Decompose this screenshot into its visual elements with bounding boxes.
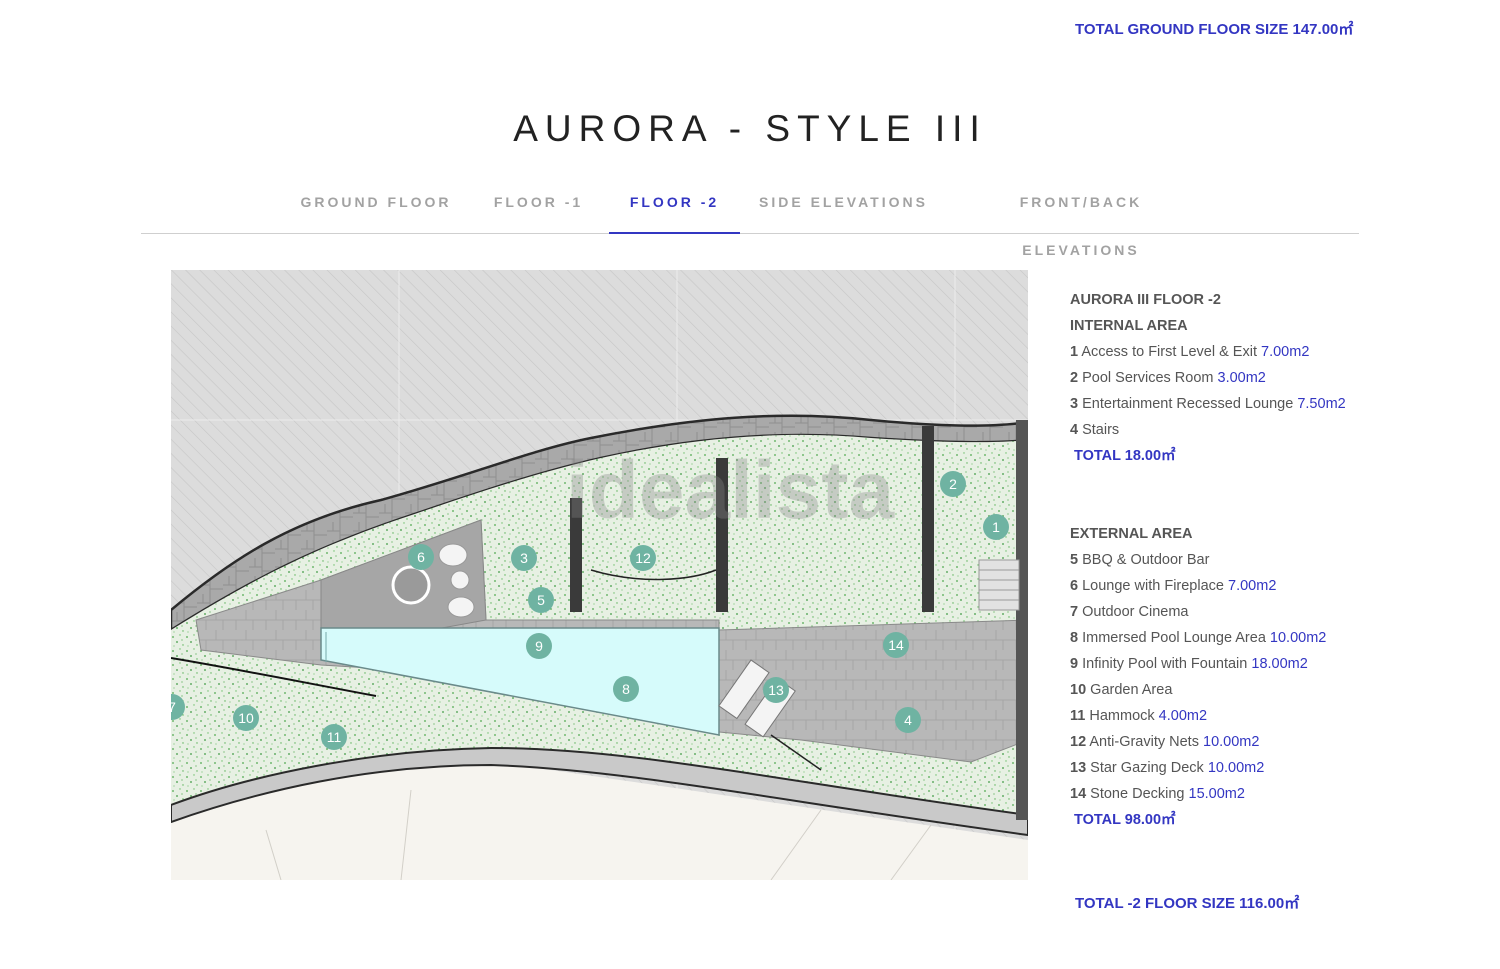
svg-text:4: 4 [904,712,912,728]
list-item: 7 Outdoor Cinema [1070,604,1189,620]
external-area-heading: EXTERNAL AREA [1070,526,1193,542]
list-item: 2 Pool Services Room 3.00m2 [1070,370,1266,386]
list-item: 6 Lounge with Fireplace 7.00m2 [1070,578,1277,594]
svg-text:13: 13 [768,682,784,698]
tab-side-elevations[interactable]: SIDE ELEVATIONS [756,178,931,233]
svg-text:2: 2 [949,476,957,492]
floor-details-title: AURORA III FLOOR -2 [1070,292,1221,308]
list-item: 9 Infinity Pool with Fountain 18.00m2 [1070,656,1308,672]
list-item: 4 Stairs [1070,422,1120,438]
list-item: 12 Anti-Gravity Nets 10.00m2 [1070,734,1260,750]
svg-text:3: 3 [520,550,528,566]
marker-5: 5 [528,587,554,613]
marker-9: 9 [526,633,552,659]
list-item: 10 Garden Area [1070,682,1173,698]
list-item: 13 Star Gazing Deck 10.00m2 [1070,760,1265,776]
marker-14: 14 [883,632,909,658]
list-item: 5 BBQ & Outdoor Bar [1070,552,1210,568]
marker-12: 12 [630,545,656,571]
list-item: 14 Stone Decking 15.00m2 [1070,786,1245,802]
tab-ground-floor[interactable]: GROUND FLOOR [291,178,461,233]
floor-tabs: GROUND FLOOR FLOOR -1 FLOOR -2 SIDE ELEV… [141,178,1359,258]
page-title: AURORA - STYLE III [513,108,987,149]
floor-plan-image: idealista 1 2 3 4 5 6 7 8 9 10 11 12 13 … [171,270,1028,880]
marker-10: 10 [233,705,259,731]
marker-13: 13 [763,677,789,703]
internal-area-heading: INTERNAL AREA [1070,318,1188,334]
marker-8: 8 [613,676,639,702]
internal-total: TOTAL 18.00㎡ [1074,448,1176,464]
svg-text:14: 14 [888,637,904,653]
list-item: 11 Hammock 4.00m2 [1070,708,1208,724]
list-item: 1 Access to First Level & Exit 7.00m2 [1070,344,1310,360]
external-total: TOTAL 98.00㎡ [1074,812,1176,828]
svg-text:5: 5 [537,592,545,608]
tab-floor-minus-2[interactable]: FLOOR -2 [609,178,740,234]
floor-plan-drawing: idealista 1 2 3 4 5 6 7 8 9 10 11 12 13 … [171,270,1028,880]
marker-6: 6 [408,544,434,570]
marker-11: 11 [321,724,347,750]
svg-text:11: 11 [327,729,342,745]
marker-3: 3 [511,545,537,571]
svg-text:9: 9 [535,638,543,654]
svg-text:7: 7 [171,699,176,715]
svg-text:6: 6 [417,549,425,565]
floor-details-panel: AURORA III FLOOR -2 INTERNAL AREA 1 Acce… [1070,290,1490,836]
list-item: 3 Entertainment Recessed Lounge 7.50m2 [1070,396,1346,412]
svg-text:10: 10 [238,710,254,726]
floor-total: TOTAL -2 FLOOR SIZE 116.00㎡ [1075,895,1300,912]
tab-floor-minus-1[interactable]: FLOOR -1 [481,178,596,233]
list-item: 8 Immersed Pool Lounge Area 10.00m2 [1070,630,1327,646]
marker-2: 2 [940,471,966,497]
marker-1: 1 [983,514,1009,540]
tab-front-back-elevations[interactable]: FRONT/BACK ELEVATIONS [961,178,1201,258]
marker-4: 4 [895,707,921,733]
watermark: idealista [566,445,896,536]
svg-text:1: 1 [992,519,1000,535]
svg-text:12: 12 [635,550,651,566]
ground-floor-total: TOTAL GROUND FLOOR SIZE 147.00㎡ [1075,21,1354,38]
svg-text:8: 8 [622,681,630,697]
